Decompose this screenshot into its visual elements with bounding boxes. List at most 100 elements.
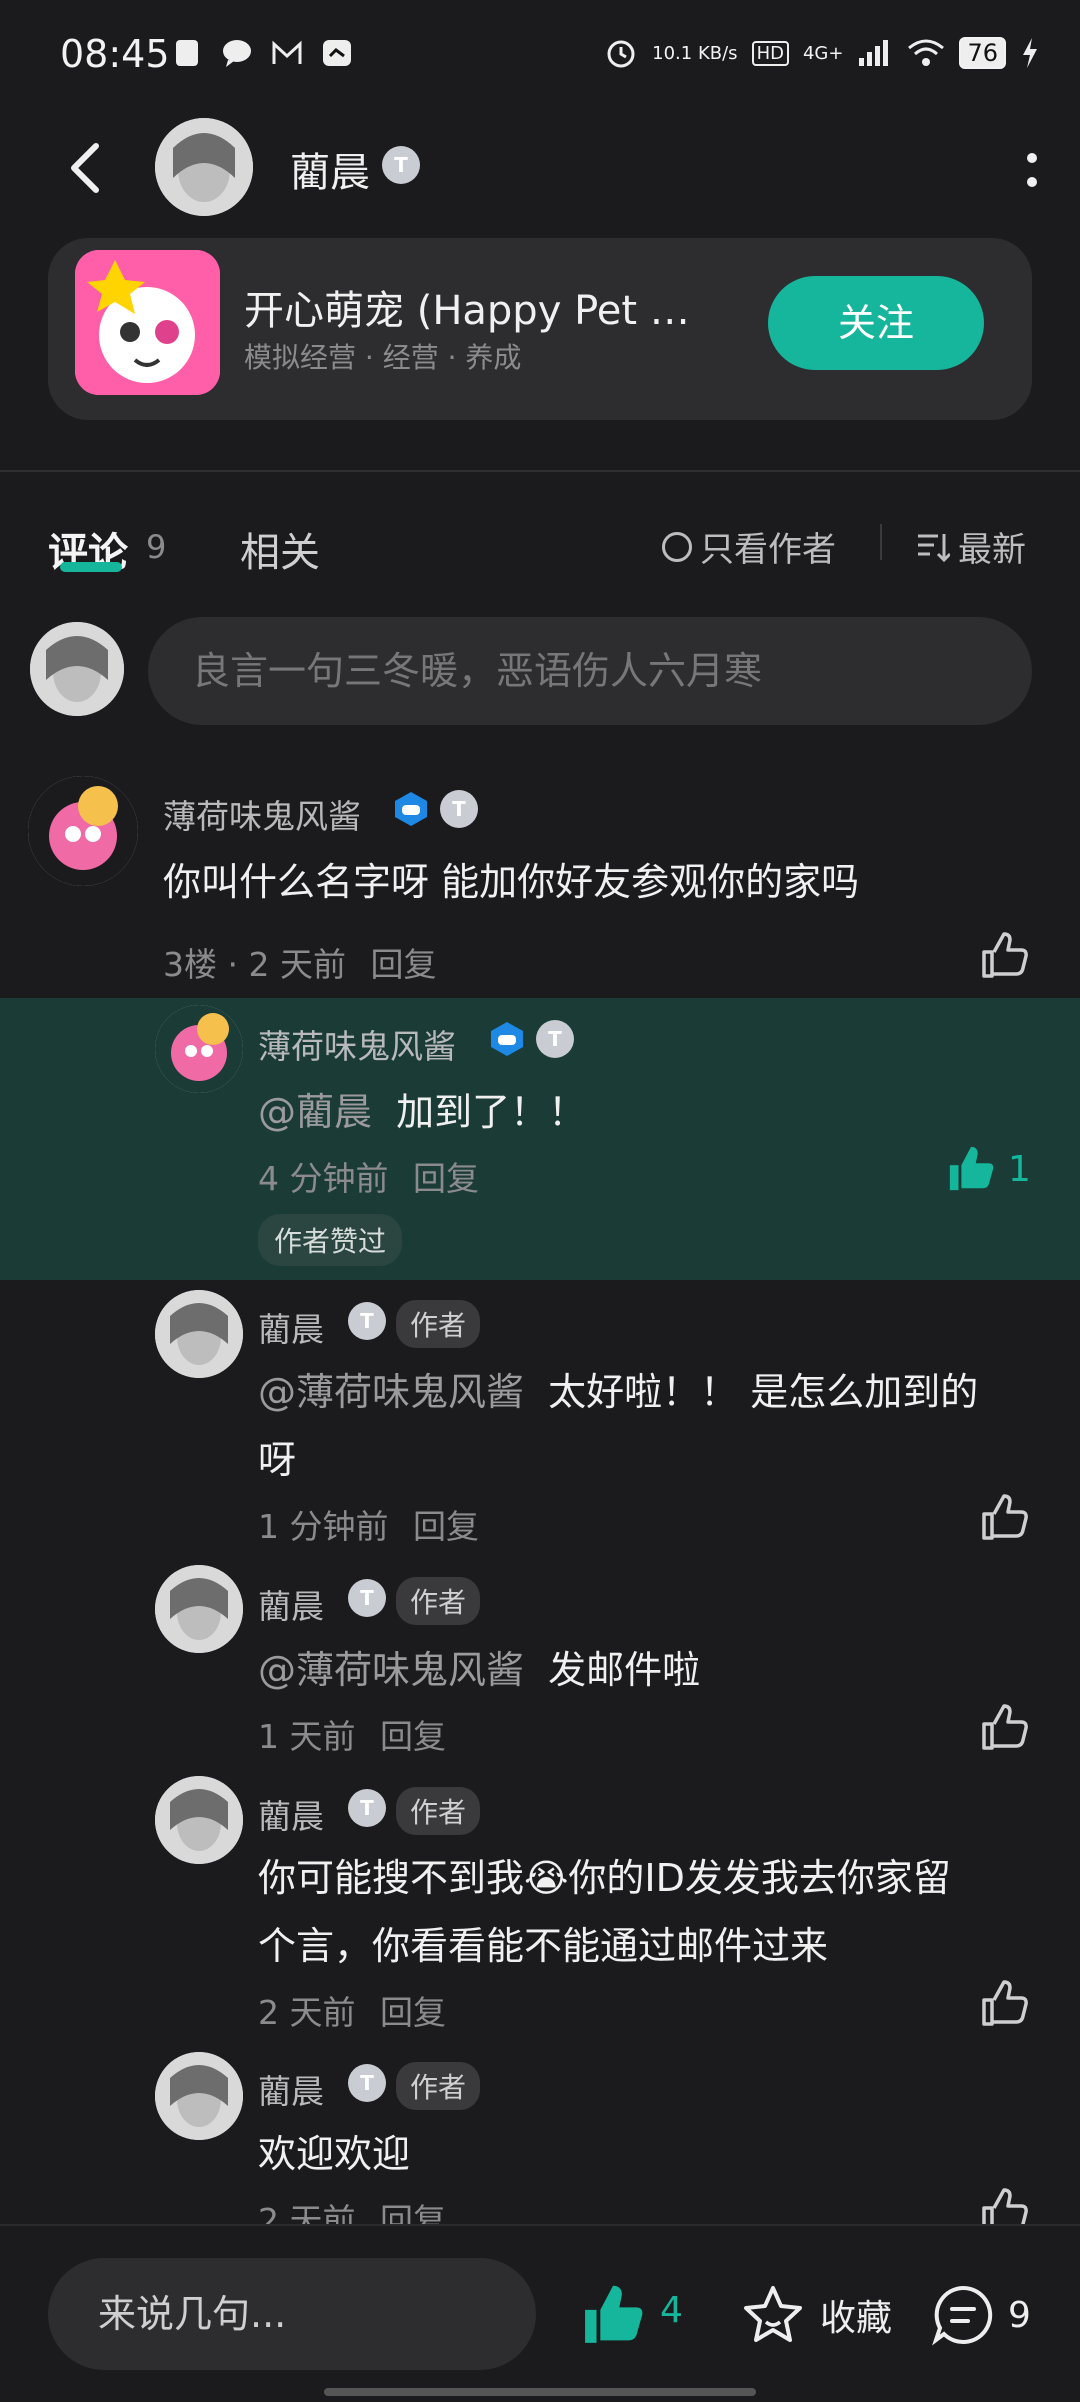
comment-input[interactable] bbox=[148, 617, 1032, 725]
floor-label: 3楼 bbox=[163, 945, 217, 984]
reply-time: 2 天前 bbox=[258, 1993, 356, 2032]
reply-text: @薄荷味鬼风酱 发邮件啦 bbox=[258, 1636, 700, 1704]
game-icon[interactable] bbox=[75, 250, 220, 395]
reply-meta: 1 天前 回复 bbox=[258, 1710, 446, 1758]
gamer-badge-icon bbox=[491, 1022, 523, 1056]
reply-text-continued: 呀 bbox=[258, 1438, 297, 1482]
level-badge-icon: T bbox=[536, 1020, 574, 1058]
reply-time: 4 分钟前 bbox=[258, 1159, 389, 1198]
level-badge-icon: T bbox=[348, 1302, 386, 1340]
reply-button[interactable]: 回复 bbox=[413, 1159, 479, 1198]
reply-button[interactable]: 回复 bbox=[413, 1507, 479, 1546]
meta-dot: · bbox=[227, 945, 249, 984]
reply-avatar[interactable] bbox=[155, 1005, 243, 1093]
reply-body: 发邮件啦 bbox=[548, 1648, 701, 1692]
reply-button[interactable]: 回复 bbox=[380, 1993, 446, 2032]
reply-author-name[interactable]: 藺晨 bbox=[258, 2065, 324, 2113]
game-tags: 模拟经营 · 经营 · 养成 bbox=[244, 341, 522, 374]
mail-icon bbox=[272, 40, 302, 64]
reply-author-name[interactable]: 藺晨 bbox=[258, 1303, 324, 1351]
status-bar: 08:45 10.1 KB/s HD 4G+ 76 bbox=[0, 0, 1080, 110]
level-badge-icon: T bbox=[348, 1789, 386, 1827]
charging-icon bbox=[1023, 38, 1037, 68]
reply-meta: 2 天前 回复 bbox=[258, 1986, 446, 2034]
mention-link[interactable]: @薄荷味鬼风酱 bbox=[258, 1370, 524, 1414]
reply-avatar[interactable] bbox=[155, 1290, 243, 1378]
sim-icon bbox=[176, 40, 198, 66]
active-tab-indicator bbox=[60, 562, 122, 572]
reply-text: @薄荷味鬼风酱 太好啦！！ 是怎么加到的 bbox=[258, 1358, 1048, 1426]
reply-button[interactable]: 回复 bbox=[380, 1717, 446, 1756]
tab-comments-count: 9 bbox=[146, 528, 167, 566]
reply-like-count: 1 bbox=[1008, 1148, 1031, 1190]
alarm-icon bbox=[607, 40, 635, 68]
author-tag: 作者 bbox=[396, 1300, 481, 1348]
reply-button[interactable]: 回复 bbox=[370, 945, 436, 984]
reply-text: 欢迎欢迎 bbox=[258, 2132, 411, 2176]
reply-like[interactable]: 1 bbox=[946, 1144, 1031, 1194]
level-badge-icon: T bbox=[440, 790, 478, 828]
mention-link[interactable]: @藺晨 bbox=[258, 1090, 372, 1134]
reply-time: 1 天前 bbox=[258, 1717, 356, 1756]
hd-badge: HD bbox=[751, 40, 789, 66]
battery-indicator: 76 bbox=[959, 37, 1006, 69]
comment-meta: 3楼 · 2 天前 回复 bbox=[163, 938, 436, 986]
reply-avatar[interactable] bbox=[155, 1565, 243, 1653]
tab-related[interactable]: 相关 bbox=[240, 520, 320, 578]
comment-time: 2 天前 bbox=[248, 945, 346, 984]
author-tag: 作者 bbox=[396, 1577, 481, 1625]
wifi-icon bbox=[908, 39, 945, 66]
signal-label: 4G+ bbox=[802, 42, 844, 64]
mention-link[interactable]: @薄荷味鬼风酱 bbox=[258, 1648, 524, 1692]
favorite-button[interactable]: 收藏 bbox=[740, 2282, 892, 2348]
only-author-toggle[interactable]: 只看作者 bbox=[662, 522, 836, 571]
author-tag: 作者 bbox=[396, 1787, 481, 1835]
like-count: 4 bbox=[660, 2290, 683, 2331]
thumbs-up-icon[interactable] bbox=[978, 930, 1030, 982]
status-time: 08:45 bbox=[60, 32, 170, 76]
reply-author-name[interactable]: 藺晨 bbox=[258, 1790, 324, 1838]
more-vertical-icon[interactable] bbox=[1024, 150, 1040, 190]
star-icon bbox=[744, 2286, 802, 2342]
my-avatar bbox=[30, 622, 124, 716]
header-avatar[interactable] bbox=[155, 118, 253, 216]
home-indicator[interactable] bbox=[324, 2388, 756, 2396]
reply-body: 太好啦！！ 是怎么加到的 bbox=[548, 1370, 979, 1414]
comments-button[interactable]: 9 bbox=[930, 2282, 1031, 2348]
signal-icon bbox=[859, 40, 889, 66]
message-icon bbox=[223, 40, 251, 67]
net-speed: 10.1 KB/s bbox=[652, 42, 738, 64]
comment-count: 9 bbox=[1008, 2294, 1031, 2336]
game-title[interactable]: 开心萌宠 (Happy Pet … bbox=[244, 278, 714, 336]
sort-label: 最新 bbox=[958, 530, 1026, 570]
level-badge-icon: T bbox=[348, 2064, 386, 2102]
reply-author-name[interactable]: 薄荷味鬼风酱 bbox=[258, 1020, 456, 1068]
level-badge-icon: T bbox=[382, 146, 420, 184]
back-arrow-icon[interactable] bbox=[58, 138, 118, 198]
filter-separator bbox=[880, 524, 882, 560]
thumbs-up-icon[interactable] bbox=[978, 1978, 1030, 2030]
thumbs-up-icon[interactable] bbox=[978, 1492, 1030, 1544]
reply-meta: 1 分钟前 回复 bbox=[258, 1500, 479, 1548]
reply-author-name[interactable]: 藺晨 bbox=[258, 1580, 324, 1628]
header-user-name: 藺晨 bbox=[290, 150, 370, 196]
reply-text: @藺晨 加到了！！ bbox=[258, 1078, 586, 1146]
bottom-comment-input[interactable]: 来说几句... bbox=[48, 2258, 536, 2370]
comment-author-name[interactable]: 薄荷味鬼风酱 bbox=[163, 790, 361, 838]
sort-toggle[interactable]: 最新 bbox=[916, 522, 1026, 571]
thumbs-up-filled-icon[interactable] bbox=[580, 2282, 646, 2348]
comment-avatar[interactable] bbox=[28, 776, 138, 886]
comment-bubble-icon bbox=[932, 2285, 993, 2346]
gamer-badge-icon bbox=[395, 792, 427, 826]
app-notification-icon bbox=[323, 40, 351, 66]
reply-body: 加到了！！ bbox=[396, 1090, 587, 1134]
radio-circle-icon bbox=[662, 531, 692, 562]
reply-avatar[interactable] bbox=[155, 2052, 243, 2140]
reply-time: 1 分钟前 bbox=[258, 1507, 389, 1546]
author-tag: 作者 bbox=[396, 2062, 481, 2110]
thumbs-up-icon[interactable] bbox=[978, 1702, 1030, 1754]
follow-button[interactable]: 关注 bbox=[768, 276, 984, 370]
reply-avatar[interactable] bbox=[155, 1776, 243, 1864]
reply-text-continued: 个言，你看看能不能通过邮件过来 bbox=[258, 1924, 829, 1968]
status-notification-icons bbox=[170, 36, 354, 70]
